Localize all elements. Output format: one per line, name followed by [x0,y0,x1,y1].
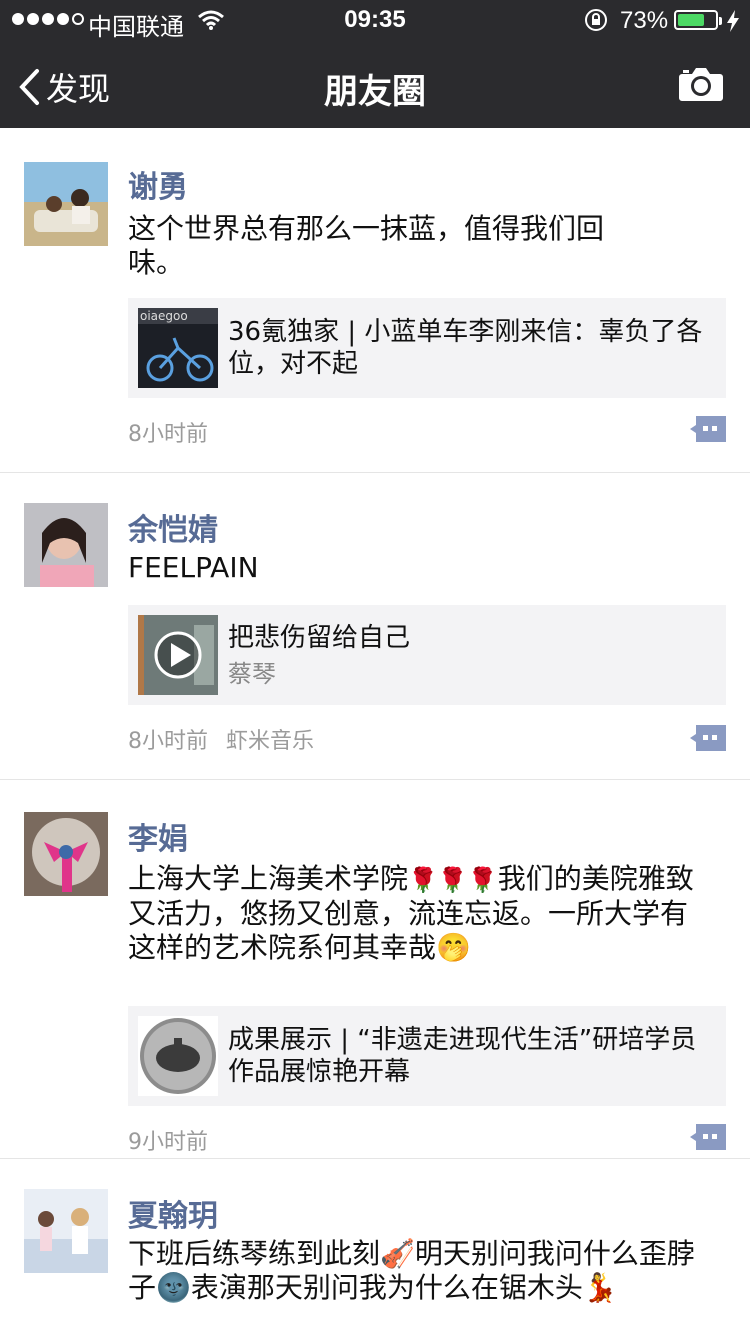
song-artist: 蔡琴 [228,659,276,688]
svg-text:oiaegoo: oiaegoo [140,309,188,323]
charging-icon [727,10,739,32]
rose-emoji: 🌹 [408,866,438,894]
avatar[interactable] [24,162,108,246]
link-title: 36氪独家 | 小蓝单车李刚来信：辜负了各位，对不起 [228,317,703,379]
post-source[interactable]: 虾米音乐 [226,729,314,754]
battery-percent: 73% [620,7,669,34]
music-thumbnail [138,615,218,695]
page-title: 朋友圈 [324,72,426,112]
moon-face-emoji: 🌚 [156,1271,191,1304]
post-text: 上海大学上海美术学院🌹🌹🌹我们的美院雅致又活力，悠扬又创意，流连忘返。一所大学有… [128,862,694,964]
post-time: 8小时前 [128,729,208,754]
link-thumbnail [138,1016,218,1096]
shared-link-card[interactable]: 成果展示 | “非遗走进现代生活”研培学员作品展惊艳开幕 [128,1006,726,1106]
post-text: 下班后练琴练到此刻🎻明天别问我问什么歪脖子🌚表演那天别问我为什么在锯木头💃 [128,1237,695,1304]
post-text: 这个世界总有那么一抹蓝，值得我们回味。 [128,212,605,279]
comment-more-icon[interactable] [690,1124,726,1150]
user-name[interactable]: 谢勇 [128,162,188,206]
post-meta: 9小时前 [128,1124,208,1156]
comment-more-icon[interactable] [690,725,726,751]
avatar[interactable] [24,812,108,896]
post-meta: 8小时前 虾米音乐 [128,723,314,755]
rose-emoji: 🌹 [467,866,498,894]
camera-icon[interactable] [678,66,724,102]
avatar[interactable] [24,1189,108,1273]
moment-post: 夏翰玥 下班后练琴练到此刻🎻明天别问我问什么歪脖子🌚表演那天别问我为什么在锯木头… [0,1159,750,1337]
rose-emoji: 🌹 [437,866,468,894]
link-thumbnail: oiaegoo [138,308,218,388]
user-name[interactable]: 李娟 [128,814,188,858]
user-name[interactable]: 夏翰玥 [128,1191,218,1235]
post-meta: 8小时前 [128,416,208,448]
song-title: 把悲伤留给自己 [228,622,411,653]
comment-more-icon[interactable] [690,416,726,442]
battery-icon [674,10,722,30]
user-name[interactable]: 余恺婧 [128,505,218,549]
dancer-emoji: 💃 [582,1271,618,1304]
shy-emoji: 🤭 [436,931,471,964]
status-bar: 中国联通 09:35 73% [0,0,750,41]
orientation-lock-icon [585,9,607,31]
nav-bar: 发现 朋友圈 [0,40,750,128]
moment-post: 余恺婧 FEELPAIN 把悲伤留给自己 蔡琴 8小时前 虾米音乐 [0,473,750,780]
shared-music-card[interactable]: 把悲伤留给自己 蔡琴 [128,605,726,705]
post-text: FEELPAIN [128,551,259,584]
moment-post: 谢勇 这个世界总有那么一抹蓝，值得我们回味。 oiaegoo 36氪独家 | 小… [0,128,750,473]
post-time: 9小时前 [128,1130,208,1155]
shared-link-card[interactable]: oiaegoo 36氪独家 | 小蓝单车李刚来信：辜负了各位，对不起 [128,298,726,398]
moments-feed: 谢勇 这个世界总有那么一抹蓝，值得我们回味。 oiaegoo 36氪独家 | 小… [0,128,750,1337]
link-title: 成果展示 | “非遗走进现代生活”研培学员作品展惊艳开幕 [228,1025,697,1087]
avatar[interactable] [24,503,108,587]
post-time: 8小时前 [128,422,208,447]
moment-post: 李娟 上海大学上海美术学院🌹🌹🌹我们的美院雅致又活力，悠扬又创意，流连忘返。一所… [0,780,750,1159]
violin-emoji: 🎻 [380,1237,415,1270]
